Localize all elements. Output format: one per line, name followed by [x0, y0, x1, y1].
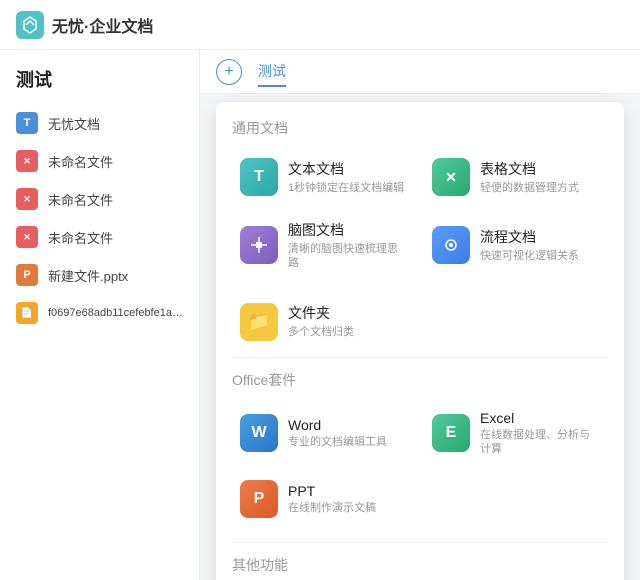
section-office-title: Office套件 — [232, 370, 608, 390]
sidebar-title: 测试 — [0, 66, 199, 104]
ppt-name: PPT — [288, 483, 376, 499]
word-desc: 专业的文档编辑工具 — [288, 435, 387, 449]
sidebar-label-unnamed1: 未命名文件 — [48, 152, 113, 171]
folder-name: 文件夹 — [288, 303, 354, 323]
plus-icon: + — [224, 63, 233, 81]
sidebar-icon-newpptx: P — [16, 264, 38, 286]
folder-icon: 📁 — [240, 303, 278, 341]
table-doc-icon: ✕ — [432, 158, 470, 196]
folder-desc: 多个文档归类 — [288, 325, 354, 339]
excel-info: Excel 在线数据处理、分析与计算 — [480, 410, 600, 457]
doc-item-ppt[interactable]: P PPT 在线制作演示文稿 — [232, 472, 416, 526]
table-doc-info: 表格文档 轻便的数据管理方式 — [480, 159, 579, 195]
sidebar-item-unnamed2[interactable]: ✕ 未命名文件 — [0, 180, 199, 218]
divider-office — [232, 357, 608, 358]
sidebar-item-hash[interactable]: 📄 f0697e68adb11cefebfe1a142d... — [0, 294, 199, 332]
word-info: Word 专业的文档编辑工具 — [288, 417, 387, 449]
sidebar: 测试 T 无忧文档 ✕ 未命名文件 ✕ 未命名文件 ✕ 未命名文件 P 新建文件… — [0, 50, 200, 580]
word-name: Word — [288, 417, 387, 433]
tab-bar: + 测试 — [200, 50, 640, 94]
sidebar-icon-hash: 📄 — [16, 302, 38, 324]
doc-item-excel[interactable]: E Excel 在线数据处理、分析与计算 — [424, 402, 608, 465]
doc-item-mind[interactable]: 脑图文档 清晰的脑图快速梳理思路 — [232, 212, 416, 279]
folder-item[interactable]: 📁 文件夹 多个文档归类 — [232, 295, 608, 349]
mind-doc-icon — [240, 226, 278, 264]
text-doc-desc: 1秒钟锁定在线文档编辑 — [288, 181, 404, 195]
excel-icon: E — [432, 414, 470, 452]
table-doc-desc: 轻便的数据管理方式 — [480, 181, 579, 195]
excel-desc: 在线数据处理、分析与计算 — [480, 428, 600, 457]
sidebar-icon-unnamed3: ✕ — [16, 226, 38, 248]
logo-text: 无忧·企业文档 — [52, 13, 153, 37]
text-doc-name: 文本文档 — [288, 159, 404, 179]
sidebar-icon-unnamed2: ✕ — [16, 188, 38, 210]
general-docs-grid: T 文本文档 1秒钟锁定在线文档编辑 ✕ 表格文档 轻便的数据管理方式 — [232, 150, 608, 279]
mind-doc-desc: 清晰的脑图快速梳理思路 — [288, 242, 408, 271]
header: 无忧·企业文档 — [0, 0, 640, 50]
word-icon: W — [240, 414, 278, 452]
sidebar-item-wuyou[interactable]: T 无忧文档 — [0, 104, 199, 142]
table-doc-name: 表格文档 — [480, 159, 579, 179]
sidebar-item-unnamed3[interactable]: ✕ 未命名文件 — [0, 218, 199, 256]
doc-item-flow[interactable]: 流程文档 快速可视化逻辑关系 — [424, 212, 608, 279]
logo-area: 无忧·企业文档 — [16, 11, 153, 39]
ppt-icon: P — [240, 480, 278, 518]
section-general-title: 通用文档 — [232, 118, 608, 138]
flow-doc-info: 流程文档 快速可视化逻辑关系 — [480, 227, 579, 263]
ppt-info: PPT 在线制作演示文稿 — [288, 483, 376, 515]
text-doc-icon: T — [240, 158, 278, 196]
sidebar-label-wuyou: 无忧文档 — [48, 114, 100, 133]
main-content: + 测试 通用文档 T 文本文档 1秒钟锁定在线文档编辑 ✕ 表格文 — [200, 50, 640, 580]
tab-active[interactable]: 测试 — [258, 57, 286, 87]
mind-doc-info: 脑图文档 清晰的脑图快速梳理思路 — [288, 220, 408, 271]
doc-item-table[interactable]: ✕ 表格文档 轻便的数据管理方式 — [424, 150, 608, 204]
office-docs-grid: W Word 专业的文档编辑工具 E Excel 在线数据处理、分析与计算 P — [232, 402, 608, 527]
doc-item-word[interactable]: W Word 专业的文档编辑工具 — [232, 402, 416, 465]
excel-name: Excel — [480, 410, 600, 426]
text-doc-info: 文本文档 1秒钟锁定在线文档编辑 — [288, 159, 404, 195]
sidebar-item-newpptx[interactable]: P 新建文件.pptx — [0, 256, 199, 294]
logo-icon — [16, 11, 44, 39]
sidebar-label-newpptx: 新建文件.pptx — [48, 266, 128, 285]
ppt-desc: 在线制作演示文稿 — [288, 501, 376, 515]
mind-doc-name: 脑图文档 — [288, 220, 408, 240]
folder-info: 文件夹 多个文档归类 — [288, 303, 354, 339]
doc-item-text[interactable]: T 文本文档 1秒钟锁定在线文档编辑 — [232, 150, 416, 204]
divider-other — [232, 542, 608, 543]
flow-doc-icon — [432, 226, 470, 264]
section-other-title: 其他功能 — [232, 555, 608, 575]
sidebar-item-unnamed1[interactable]: ✕ 未命名文件 — [0, 142, 199, 180]
sidebar-label-unnamed2: 未命名文件 — [48, 190, 113, 209]
sidebar-icon-wuyou: T — [16, 112, 38, 134]
sidebar-icon-unnamed1: ✕ — [16, 150, 38, 172]
flow-doc-desc: 快速可视化逻辑关系 — [480, 249, 579, 263]
sidebar-label-hash: f0697e68adb11cefebfe1a142d... — [48, 307, 183, 319]
sidebar-label-unnamed3: 未命名文件 — [48, 228, 113, 247]
tab-add-button[interactable]: + — [216, 59, 242, 85]
layout: 测试 T 无忧文档 ✕ 未命名文件 ✕ 未命名文件 ✕ 未命名文件 P 新建文件… — [0, 50, 640, 580]
flow-doc-name: 流程文档 — [480, 227, 579, 247]
dropdown-panel: 通用文档 T 文本文档 1秒钟锁定在线文档编辑 ✕ 表格文档 轻便的数据管理方式 — [216, 102, 624, 580]
